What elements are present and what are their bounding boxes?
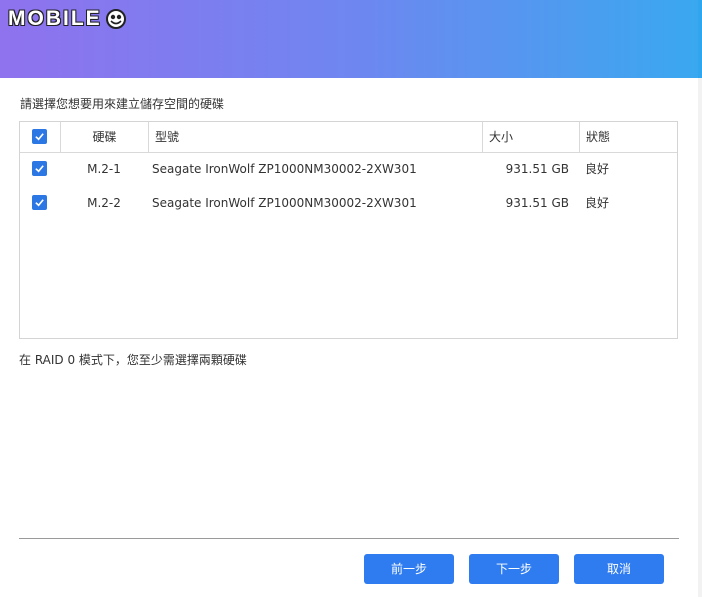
table-row[interactable]: M.2-1 Seagate IronWolf ZP1000NM30002-2XW…: [20, 152, 677, 186]
window-scrollbar[interactable]: [698, 0, 702, 597]
column-header-status[interactable]: 狀態: [579, 122, 677, 152]
raid-requirement-note: 在 RAID 0 模式下，您至少需選擇兩顆硬碟: [19, 353, 247, 367]
back-button[interactable]: 前一步: [364, 554, 454, 584]
next-button[interactable]: 下一步: [469, 554, 559, 584]
disk-model: Seagate IronWolf ZP1000NM30002-2XW301: [152, 196, 417, 210]
instruction-text: 請選擇您想要用來建立儲存空間的硬碟: [20, 97, 225, 111]
disk-size: 931.51 GB: [505, 162, 569, 176]
disk-size: 931.51 GB: [505, 196, 569, 210]
footer-divider: [19, 538, 679, 539]
disk-id: M.2-2: [87, 196, 121, 210]
column-header-model[interactable]: 型號: [148, 122, 482, 152]
checkmark-icon: [35, 199, 44, 207]
checkmark-icon: [35, 165, 44, 173]
cancel-button[interactable]: 取消: [574, 554, 664, 584]
logo-text: MOBILE: [8, 7, 102, 30]
table-row[interactable]: M.2-2 Seagate IronWolf ZP1000NM30002-2XW…: [20, 186, 677, 220]
scrollbar-thumb[interactable]: [698, 0, 702, 78]
disk-status: 良好: [585, 162, 610, 176]
disk-id: M.2-1: [87, 162, 121, 176]
disk-table: 硬碟 型號 大小 狀態 M.2-1 Seagate IronWolf ZP100…: [19, 121, 678, 339]
checkmark-icon: [35, 133, 44, 141]
disk-status: 良好: [585, 196, 610, 210]
header-banner: MOBILE: [0, 0, 698, 78]
row-checkbox[interactable]: [32, 161, 47, 176]
table-header: 硬碟 型號 大小 狀態: [20, 122, 677, 153]
select-all-checkbox[interactable]: [32, 129, 47, 144]
logo-face-icon: [105, 9, 126, 29]
column-header-disk[interactable]: 硬碟: [60, 122, 148, 152]
row-checkbox[interactable]: [32, 195, 47, 210]
select-all-cell: [20, 122, 60, 152]
column-header-size[interactable]: 大小: [482, 122, 579, 152]
disk-model: Seagate IronWolf ZP1000NM30002-2XW301: [152, 162, 417, 176]
brand-logo: MOBILE: [8, 6, 127, 32]
